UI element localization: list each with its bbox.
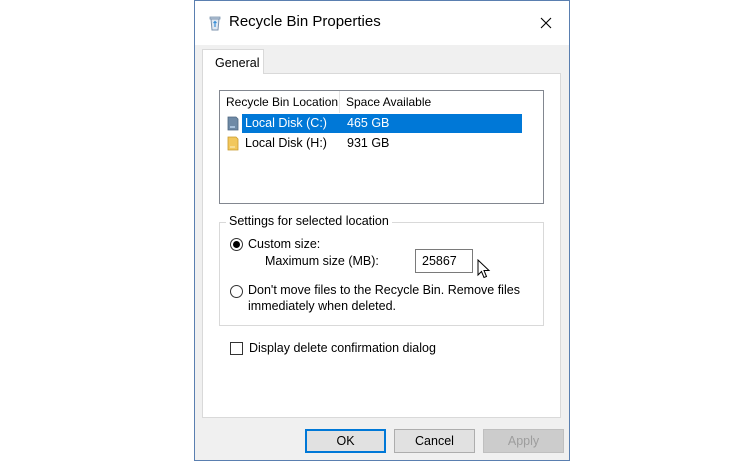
recycle-bin-icon [209, 16, 221, 31]
list-item[interactable]: Local Disk (H:) 931 GB [220, 134, 543, 153]
recycle-bin-locations-list[interactable]: Recycle Bin Location Space Available Loc… [219, 90, 544, 204]
display-delete-confirmation-checkbox[interactable] [230, 342, 243, 355]
location-name: Local Disk (H:) [245, 136, 327, 150]
settings-group: Settings for selected location Custom si… [219, 214, 544, 326]
location-space: 465 GB [347, 116, 390, 130]
display-delete-confirmation-label[interactable]: Display delete confirmation dialog [249, 341, 436, 355]
custom-size-label[interactable]: Custom size: [248, 237, 320, 251]
location-space: 931 GB [347, 136, 390, 150]
close-button[interactable] [523, 1, 569, 45]
custom-size-radio[interactable] [230, 238, 243, 251]
location-name: Local Disk (C:) [245, 116, 327, 130]
mouse-cursor-icon [477, 259, 491, 279]
tab-general[interactable]: General [202, 49, 264, 74]
list-item[interactable]: Local Disk (C:) 465 GB [220, 114, 543, 133]
close-icon [540, 17, 552, 29]
drive-icon [227, 136, 239, 151]
general-tab-panel: Recycle Bin Location Space Available Loc… [202, 73, 561, 418]
dont-move-files-radio[interactable] [230, 285, 243, 298]
title-bar: Recycle Bin Properties [195, 1, 569, 45]
recycle-bin-properties-dialog: Recycle Bin Properties General Recycle B… [194, 0, 570, 461]
drive-icon [227, 116, 239, 131]
column-header-location[interactable]: Recycle Bin Location [220, 91, 340, 113]
list-header: Recycle Bin Location Space Available [220, 91, 543, 113]
maximum-size-label: Maximum size (MB): [265, 254, 379, 268]
settings-group-legend: Settings for selected location [226, 214, 392, 228]
radio-selected-dot [233, 241, 240, 248]
ok-button[interactable]: OK [305, 429, 386, 453]
column-header-space[interactable]: Space Available [340, 91, 450, 113]
apply-button[interactable]: Apply [483, 429, 564, 453]
tab-general-label: General [215, 56, 260, 70]
maximum-size-input[interactable] [415, 249, 473, 273]
cancel-button[interactable]: Cancel [394, 429, 475, 453]
window-title: Recycle Bin Properties [229, 13, 381, 30]
dont-move-files-label[interactable]: Don't move files to the Recycle Bin. Rem… [248, 283, 520, 297]
dont-move-files-label-continued[interactable]: immediately when deleted. [248, 299, 396, 313]
